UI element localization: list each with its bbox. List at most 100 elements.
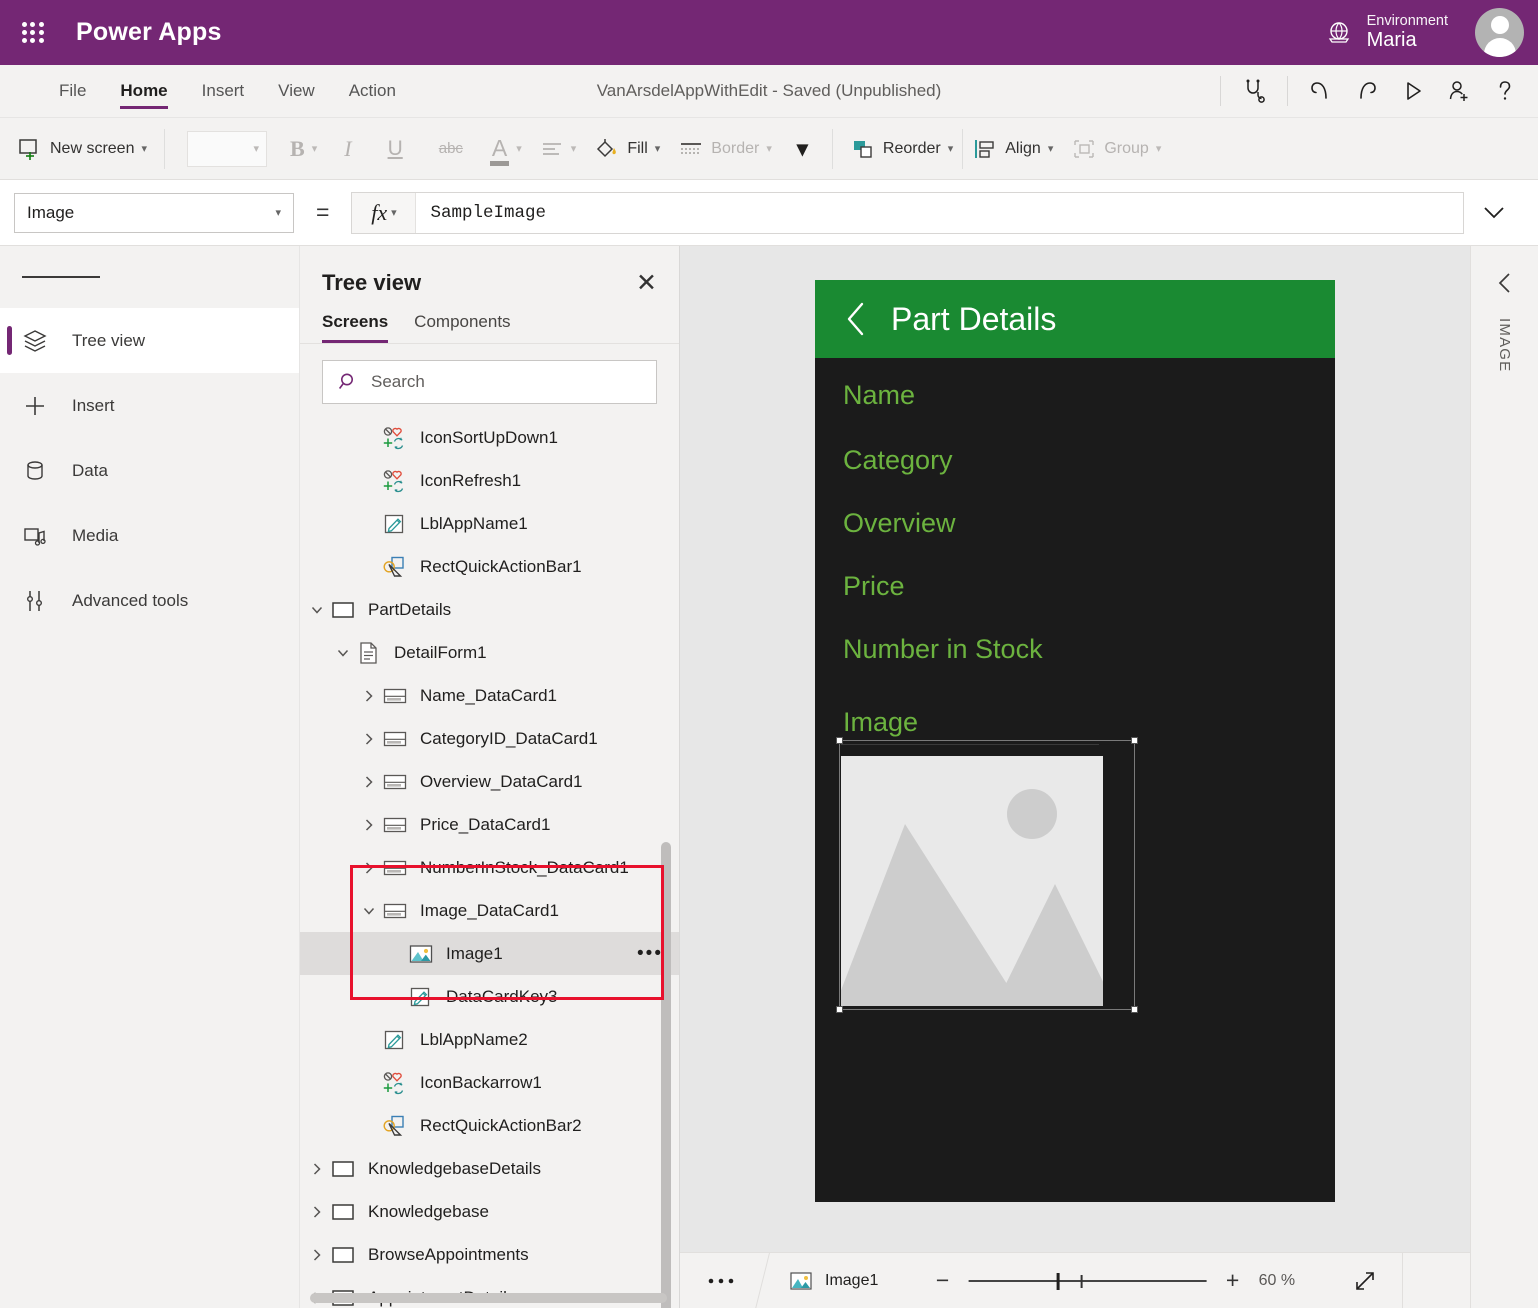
environment-selector[interactable]: Environment Maria [1325,0,1448,65]
fit-to-screen-icon[interactable] [1352,1268,1378,1294]
new-screen-button[interactable]: New screen ▾ [8,131,156,167]
menu-item-file[interactable]: File [42,65,103,117]
chevron-down-icon[interactable] [332,646,354,660]
underline-label: U [379,137,412,161]
tree-item-browseappointments[interactable]: BrowseAppointments [300,1233,679,1276]
tree-item-overview_datacard1[interactable]: Overview_DataCard1 [300,760,679,803]
help-icon[interactable] [1482,71,1528,111]
preview-play-icon[interactable] [1390,71,1436,111]
chevron-right-icon[interactable] [306,1248,328,1262]
sidebar-item-insert[interactable]: Insert [0,373,299,438]
share-user-icon[interactable] [1436,71,1482,111]
tree-item-categoryid_datacard1[interactable]: CategoryID_DataCard1 [300,717,679,760]
tree-item-iconbackarrow1[interactable]: IconBackarrow1 [300,1061,679,1104]
app-checker-icon[interactable] [1231,71,1277,111]
formula-input[interactable]: SampleImage [416,193,1463,233]
redo-icon[interactable] [1344,71,1390,111]
tree-item-label: Name_DataCard1 [420,686,557,706]
sidebar-item-tree-view[interactable]: Tree view [0,308,299,373]
sidebar-item-data[interactable]: Data [0,438,299,503]
fill-button[interactable]: Fill ▾ [585,131,669,167]
chevron-down-icon[interactable] [306,603,328,617]
shapes-icon [380,555,410,579]
tree-item-datacardkey3[interactable]: DataCardKey3 [300,975,679,1018]
group-button[interactable]: Group ▾ [1062,131,1170,167]
chevron-left-icon[interactable] [1494,270,1516,296]
tree-vertical-scrollbar[interactable] [661,842,671,1308]
tree-item-overflow-icon[interactable]: ••• [637,944,663,963]
sidebar-item-advanced-tools[interactable]: Advanced tools [0,568,299,633]
italic-button[interactable]: I [326,130,369,168]
tree-item-list[interactable]: IconSortUpDown1 IconRefresh1 LblAppName1… [300,416,679,1308]
waffle-grid-icon[interactable] [18,18,48,48]
chevron-right-icon[interactable] [306,1205,328,1219]
zoom-slider[interactable] [969,1272,1207,1290]
strikethrough-button[interactable]: abc [421,134,481,163]
image-control-wrap[interactable] [841,744,1335,1006]
chevron-right-icon[interactable] [358,775,380,789]
field-label-overview: Overview [815,508,1335,539]
chevron-right-icon[interactable] [358,732,380,746]
zoom-in-button[interactable]: + [1221,1269,1245,1292]
plus-icon [22,393,48,419]
more-options-chevron-icon[interactable]: ▾ [781,136,824,162]
menu-item-view[interactable]: View [261,65,332,117]
zoom-out-button[interactable]: − [931,1269,955,1292]
property-select[interactable]: Image ▾ [14,193,294,233]
underline-button[interactable]: U [370,131,421,167]
selected-control-breadcrumb[interactable]: Image1 [763,1270,878,1292]
fx-button[interactable]: fx ▾ [352,193,416,233]
divider [1220,76,1221,106]
tree-item-image1[interactable]: Image1••• [300,932,679,975]
tree-item-rectquickactionbar1[interactable]: RectQuickActionBar1 [300,545,679,588]
formula-expand-icon[interactable] [1464,202,1524,224]
tree-item-appointmentdetails[interactable]: AppointmentDetails [300,1276,679,1308]
font-size-select[interactable]: ▾ [187,131,267,167]
tree-item-knowledgebase[interactable]: Knowledgebase [300,1190,679,1233]
text-align-button[interactable]: ▾ [531,133,586,165]
tree-item-name_datacard1[interactable]: Name_DataCard1 [300,674,679,717]
chevron-right-icon[interactable] [358,861,380,875]
user-avatar-icon[interactable] [1475,8,1524,57]
sidebar-item-media[interactable]: Media [0,503,299,568]
ellipsis-icon[interactable] [680,1276,762,1286]
tab-screens[interactable]: Screens [322,304,388,343]
field-label-price: Price [815,571,1335,602]
border-button[interactable]: Border ▾ [669,133,781,165]
chevron-right-icon[interactable] [306,1162,328,1176]
tree-item-image_datacard1[interactable]: Image_DataCard1 [300,889,679,932]
menu-item-action[interactable]: Action [332,65,413,117]
search-input[interactable] [371,372,642,392]
menu-item-home[interactable]: Home [103,65,184,117]
tree-item-detailform1[interactable]: DetailForm1 [300,631,679,674]
tree-item-iconrefresh1[interactable]: IconRefresh1 [300,459,679,502]
app-canvas[interactable]: Part Details Name Category Overview Pric… [680,246,1470,1252]
hamburger-menu-icon[interactable] [0,246,299,308]
search-box[interactable] [322,360,657,404]
bold-button[interactable]: B ▾ [281,130,326,168]
chevron-left-icon[interactable] [843,300,869,338]
tree-item-iconsortupdown1[interactable]: IconSortUpDown1 [300,416,679,459]
tree-item-lblappname1[interactable]: LblAppName1 [300,502,679,545]
tree-item-partdetails[interactable]: PartDetails [300,588,679,631]
tree-item-rectquickactionbar2[interactable]: RectQuickActionBar2 [300,1104,679,1147]
image-placeholder-icon [841,756,1103,1006]
screen-icon [328,1157,358,1181]
detail-form: Name Category Overview Price Number in S… [815,358,1335,1006]
tree-horizontal-scrollbar[interactable] [310,1293,667,1303]
chevron-right-icon[interactable] [358,689,380,703]
align-button[interactable]: Align ▾ [963,131,1062,167]
chevron-down-icon[interactable] [358,904,380,918]
reorder-button[interactable]: Reorder ▾ [841,131,962,167]
tab-components[interactable]: Components [414,304,510,343]
tree-item-numberinstock_datacard1[interactable]: NumberInStock_DataCard1 [300,846,679,889]
font-color-button[interactable]: A ▾ [481,129,531,168]
menu-item-insert[interactable]: Insert [185,65,262,117]
chevron-right-icon[interactable] [358,818,380,832]
chevron-down-icon: ▾ [948,142,954,155]
tree-item-lblappname2[interactable]: LblAppName2 [300,1018,679,1061]
tree-item-price_datacard1[interactable]: Price_DataCard1 [300,803,679,846]
tree-item-knowledgebasedetails[interactable]: KnowledgebaseDetails [300,1147,679,1190]
close-icon[interactable]: ✕ [636,271,657,296]
undo-icon[interactable] [1298,71,1344,111]
